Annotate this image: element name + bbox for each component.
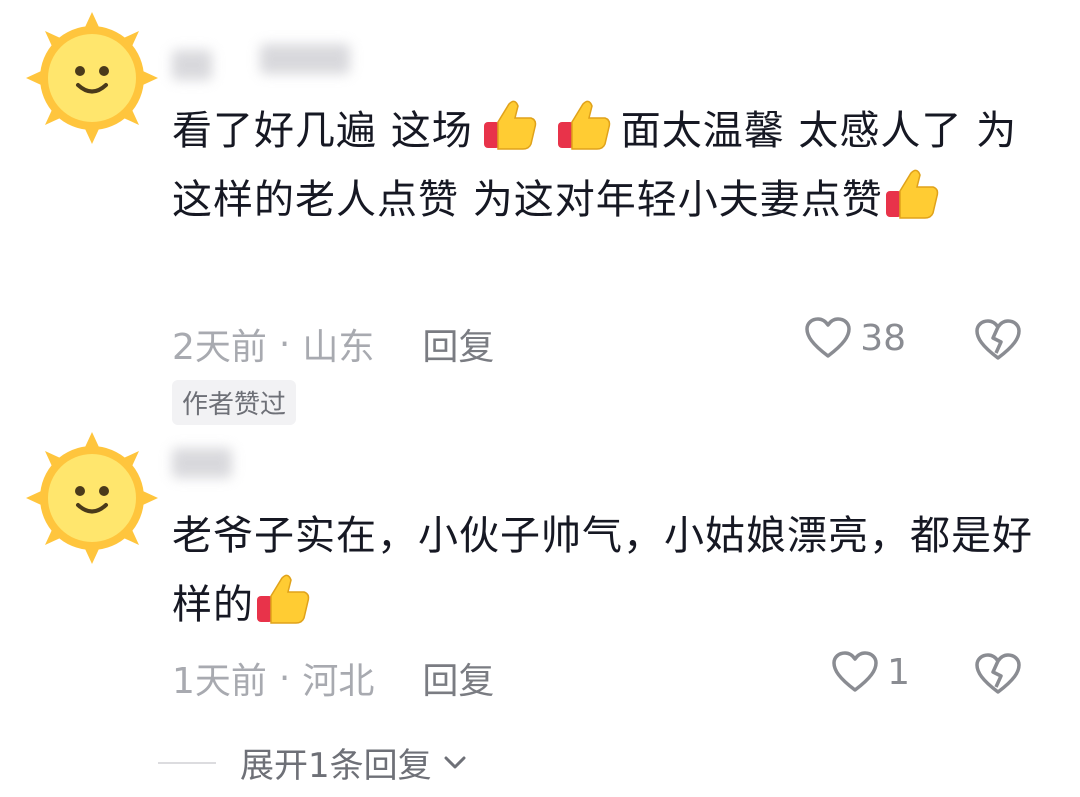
broken-heart-icon[interactable] [974,318,1022,362]
thumbs-up-icon [883,165,941,223]
author-liked-badge: 作者赞过 [172,380,297,425]
reply-button[interactable]: 回复 [422,652,494,704]
thumbs-up-icon [481,96,539,154]
thumbs-up-icon [254,570,312,628]
comment-meta: 1天前 · 河北 回复 [172,652,494,704]
comment-time: 2天前 [172,327,267,368]
broken-heart-icon[interactable] [974,652,1022,696]
divider-line [158,761,216,764]
username-blurred[interactable] [172,448,232,478]
sun-smile-icon[interactable] [22,428,162,568]
meta-separator: · [278,323,291,365]
like-count: 1 [887,651,910,693]
thumbs-up-icon [555,96,613,154]
like-button[interactable]: 38 [804,316,906,360]
username-blurred[interactable] [260,44,350,74]
like-count: 38 [860,317,906,359]
comment-meta: 2天前 · 山东 回复 [172,318,494,370]
comment-time: 1天前 [172,661,267,702]
comment-location: 河北 [302,661,375,702]
heart-outline-icon[interactable] [804,316,852,360]
sun-smile-icon[interactable] [22,8,162,148]
meta-separator: · [278,657,291,699]
comment-text: 老爷子实在，小伙子帅气，小姑娘漂亮，都是好样的 [172,513,1033,628]
comment-location: 山东 [302,327,375,368]
reply-button[interactable]: 回复 [422,318,494,370]
username-blurred[interactable] [172,50,212,80]
chevron-down-icon [444,756,466,768]
heart-outline-icon[interactable] [831,650,879,694]
expand-replies-label: 展开1条回复 [240,746,432,786]
expand-replies-button[interactable]: 展开1条回复 [158,738,468,787]
like-button[interactable]: 1 [831,650,910,694]
comment-text: 看了好几遍 这场 面太温馨 太感人了 为这样的老人点赞 为这对年轻小夫妻点赞 [172,96,1052,234]
